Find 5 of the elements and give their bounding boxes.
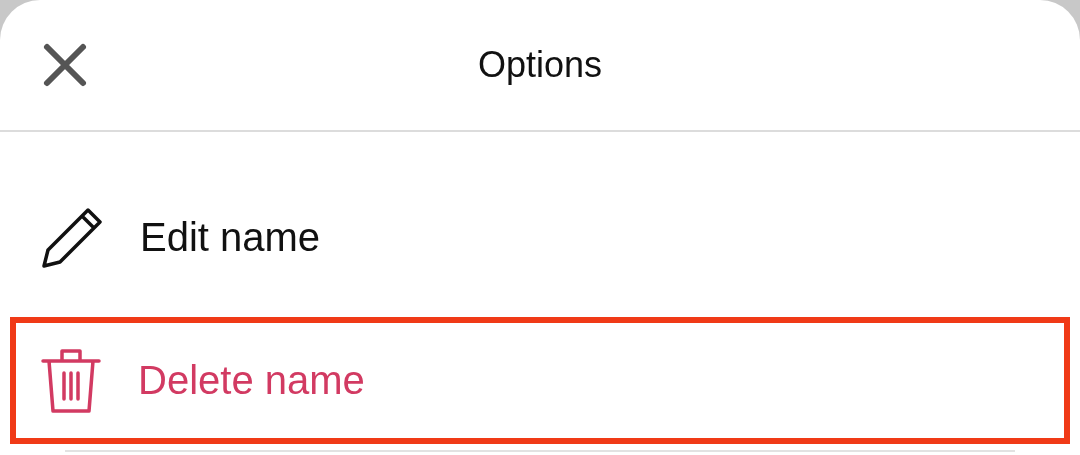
trash-icon [40,346,102,415]
menu-item[interactable]: Edit name [10,174,1070,301]
menu-item[interactable]: Delete name [10,317,1070,444]
sheet-title: Options [476,44,604,86]
pencil-icon [40,205,104,270]
